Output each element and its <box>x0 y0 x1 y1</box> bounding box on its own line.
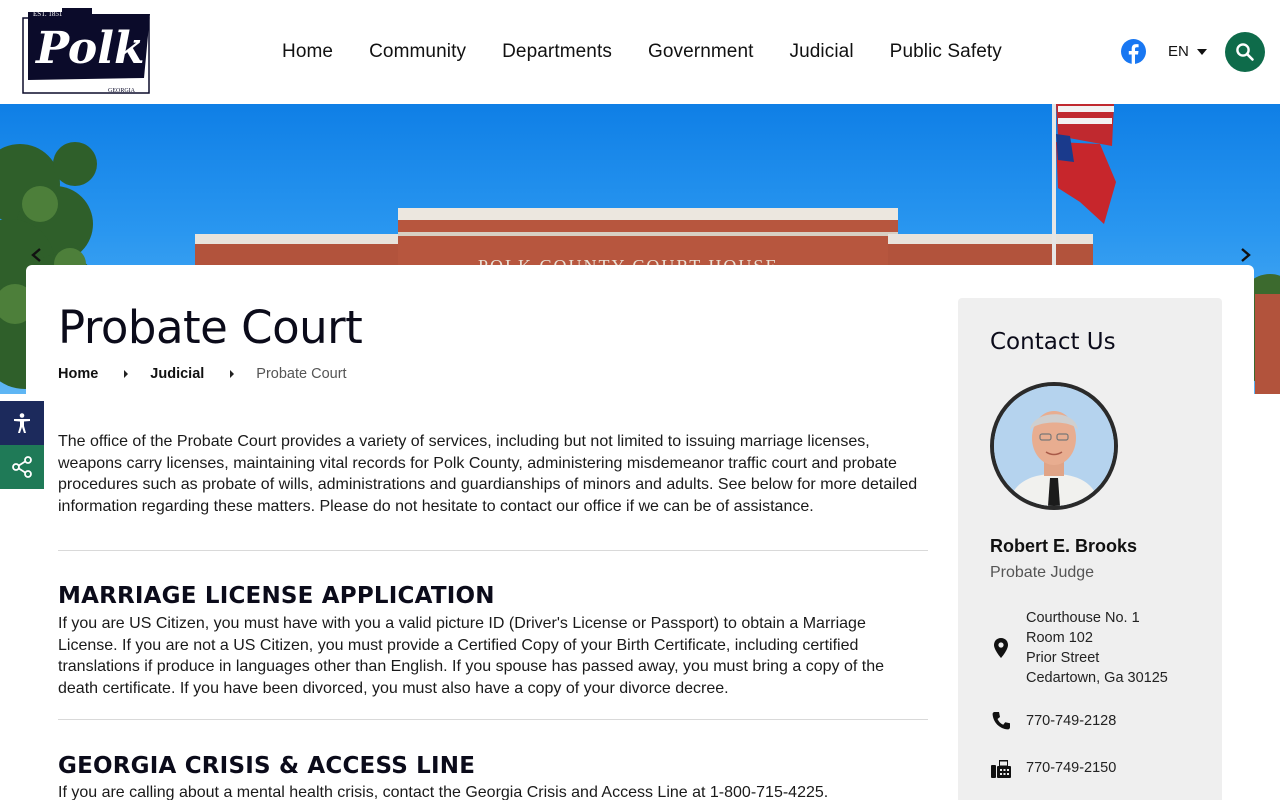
map-pin-icon <box>990 637 1012 659</box>
nav-departments[interactable]: Departments <box>502 41 612 63</box>
contact-panel: Contact Us Robert E. Brooks Probate Judg… <box>958 298 1222 800</box>
share-icon <box>12 456 32 478</box>
breadcrumb-home[interactable]: Home <box>58 366 98 382</box>
language-label: EN <box>1168 43 1189 60</box>
breadcrumb: Home Judicial Probate Court <box>58 366 347 382</box>
page-title: Probate Court <box>58 301 363 354</box>
section-title-crisis-line: GEORGIA CRISIS & ACCESS LINE <box>58 753 476 779</box>
judge-portrait-avatar <box>990 382 1118 510</box>
breadcrumb-current: Probate Court <box>256 366 347 382</box>
breadcrumb-judicial[interactable]: Judicial <box>150 366 204 382</box>
language-selector[interactable]: EN <box>1168 43 1207 60</box>
fax-icon <box>990 758 1012 780</box>
polk-county-logo[interactable]: EST. 1851 Polk GEORGIA <box>22 8 154 96</box>
contact-name: Robert E. Brooks <box>990 536 1138 556</box>
nav-judicial[interactable]: Judicial <box>790 41 854 63</box>
intro-paragraph: The office of the Probate Court provides… <box>58 433 918 515</box>
address-line: Room 102 <box>1026 630 1093 646</box>
breadcrumb-separator-icon <box>124 370 129 378</box>
section-title-marriage-license: MARRIAGE LICENSE APPLICATION <box>58 583 495 609</box>
contact-phone-link[interactable]: 770-749-2128 <box>1026 711 1116 731</box>
contact-role: Probate Judge <box>990 564 1095 581</box>
nav-public-safety[interactable]: Public Safety <box>890 41 1002 63</box>
section-divider <box>58 550 928 551</box>
contact-title: Contact Us <box>990 329 1116 355</box>
carousel-next-arrow[interactable] <box>1238 248 1252 262</box>
nav-government[interactable]: Government <box>648 41 754 63</box>
carousel-prev-arrow[interactable] <box>30 248 44 262</box>
site-header: EST. 1851 Polk GEORGIA Home Community De… <box>0 0 1280 104</box>
phone-icon <box>990 710 1012 732</box>
nav-home[interactable]: Home <box>282 41 333 63</box>
caret-down-icon <box>1196 48 1207 55</box>
breadcrumb-separator-icon <box>230 370 235 378</box>
content-card: Probate Court Home Judicial Probate Cour… <box>26 265 1254 800</box>
accessibility-icon <box>14 413 30 433</box>
section-divider <box>58 719 928 720</box>
section-body-crisis-line: If you are calling about a mental health… <box>58 784 829 800</box>
facebook-icon[interactable] <box>1121 39 1146 64</box>
address-line: Cedartown, Ga 30125 <box>1026 670 1168 686</box>
contact-address: Courthouse No. 1 Room 102 Prior Street C… <box>1026 608 1168 688</box>
svg-text:Polk: Polk <box>34 23 144 74</box>
address-line: Courthouse No. 1 <box>1026 610 1140 626</box>
svg-text:GEORGIA: GEORGIA <box>108 88 136 94</box>
section-body-marriage-license: If you are US Citizen, you must have wit… <box>58 615 884 697</box>
search-icon <box>1236 43 1254 61</box>
share-button[interactable] <box>0 445 44 489</box>
address-line: Prior Street <box>1026 650 1100 666</box>
contact-fax: 770-749-2150 <box>1026 760 1117 776</box>
main-nav: Home Community Departments Government Ju… <box>264 0 1020 104</box>
nav-community[interactable]: Community <box>369 41 466 63</box>
accessibility-button[interactable] <box>0 401 44 445</box>
search-button[interactable] <box>1225 32 1265 72</box>
svg-text:EST. 1851: EST. 1851 <box>33 10 63 18</box>
